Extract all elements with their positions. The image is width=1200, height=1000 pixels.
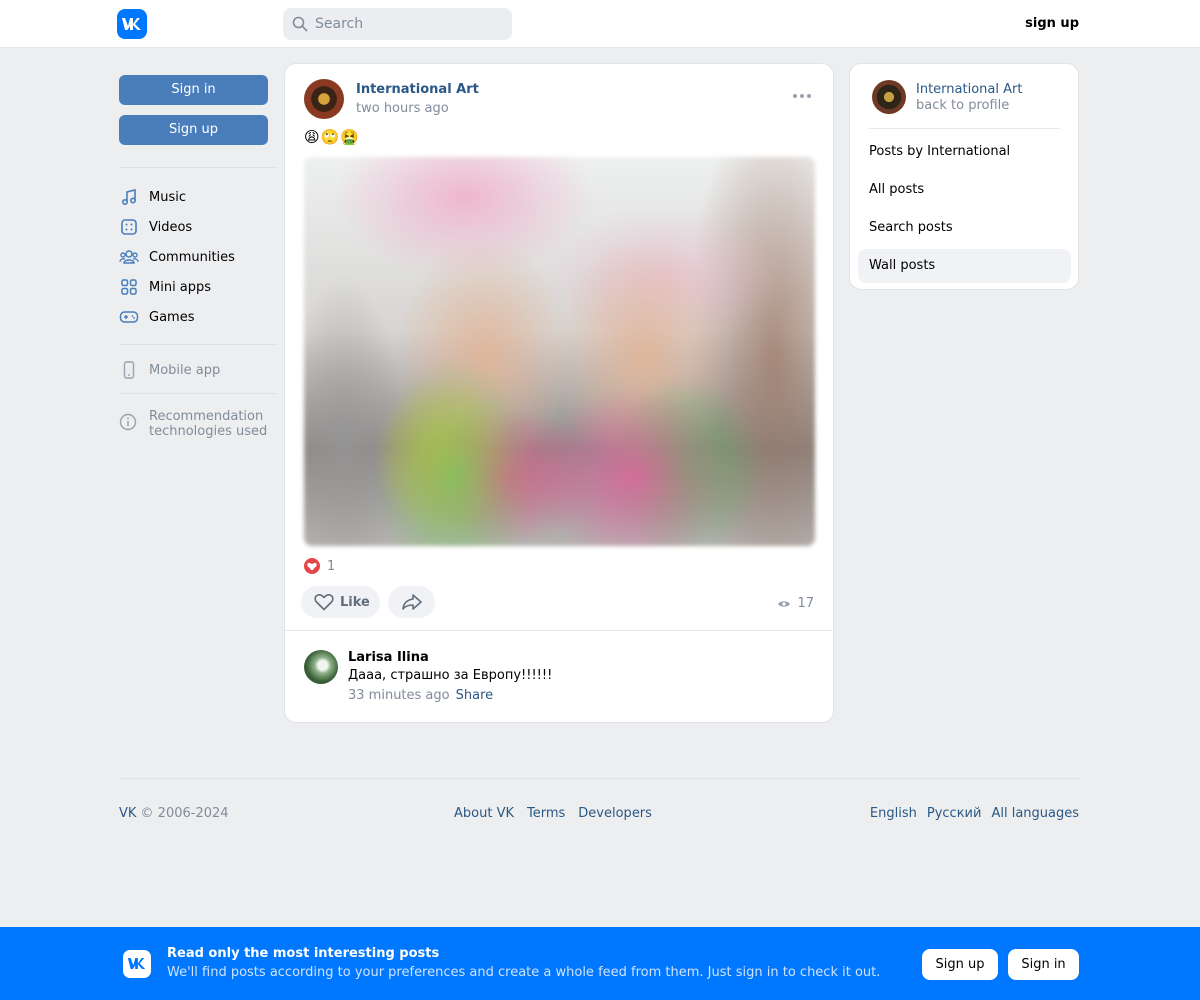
vk-logo-icon (123, 950, 151, 978)
sidebar-item-label: Games (149, 309, 195, 325)
share-button[interactable] (388, 586, 435, 618)
comment-avatar[interactable] (304, 650, 338, 684)
banner-title: Read only the most interesting posts (167, 946, 440, 961)
heart-icon (304, 558, 320, 574)
sidebar-item-label: Music (149, 189, 186, 205)
language-english[interactable]: English (870, 806, 917, 821)
post-photo[interactable] (304, 157, 815, 546)
sidebar-item-label: Mini apps (149, 279, 212, 295)
copyright-text: © 2006-2024 (136, 806, 229, 821)
sidebar-item-label: Communities (149, 249, 235, 265)
post-time[interactable]: two hours ago (356, 101, 449, 116)
nav-posts-by-author[interactable]: Posts by International (858, 135, 1071, 169)
gamepad-icon (119, 307, 139, 327)
views-counter: 17 (777, 596, 814, 611)
nav-wall-posts[interactable]: Wall posts (858, 249, 1071, 283)
communities-icon (119, 247, 139, 267)
more-icon[interactable] (793, 94, 811, 98)
mini-apps-icon (119, 277, 139, 297)
header-signup-link[interactable]: sign up (1025, 16, 1079, 31)
sidebar-item-mini-apps[interactable]: Mini apps (119, 274, 277, 300)
music-icon (119, 187, 139, 207)
comment-text: Дааа, страшно за Европу!!!!!! (348, 668, 553, 683)
recommendation-link[interactable]: Recommendation technologies used (119, 409, 279, 439)
eye-icon (778, 600, 791, 607)
nav-all-posts[interactable]: All posts (858, 173, 1071, 207)
profile-name[interactable]: International Art (916, 82, 1022, 97)
footer-vk-link[interactable]: VK (119, 806, 136, 821)
signin-button[interactable]: Sign in (119, 75, 268, 105)
recommendation-label: Recommendation technologies used (149, 409, 268, 439)
search-box[interactable] (283, 8, 512, 40)
search-icon (292, 16, 308, 32)
footer-divider (119, 778, 1080, 779)
post-text: 😩🙄🤮 (304, 128, 360, 146)
divider (119, 344, 277, 345)
banner-signup-button[interactable]: Sign up (922, 949, 998, 980)
share-icon (401, 594, 422, 610)
sidebar-item-videos[interactable]: Videos (119, 214, 277, 240)
like-label: Like (340, 594, 370, 610)
footer-copyright: VK © 2006-2024 (119, 806, 229, 821)
sidebar-item-communities[interactable]: Communities (119, 244, 277, 270)
post-author[interactable]: International Art (356, 82, 479, 97)
likes-count: 1 (327, 558, 336, 574)
footer-languages: English Русский All languages (870, 806, 1079, 821)
likes-summary[interactable]: 1 (304, 558, 335, 574)
like-button[interactable]: Like (301, 586, 380, 618)
divider (285, 630, 833, 631)
signup-banner: Read only the most interesting posts We'… (0, 927, 1200, 1000)
divider (869, 128, 1060, 129)
smartphone-icon (119, 360, 139, 380)
sidebar-item-label: Mobile app (149, 362, 221, 378)
comment-time[interactable]: 33 minutes ago (348, 688, 450, 703)
profile-nav-card: International Art back to profile Posts … (849, 63, 1079, 290)
heart-outline-icon (314, 594, 334, 611)
footer-link-about[interactable]: About VK (454, 806, 514, 821)
banner-subtitle: We'll find posts according to your prefe… (167, 965, 881, 980)
sidebar-item-music[interactable]: Music (119, 184, 277, 210)
avatar[interactable] (304, 79, 344, 119)
comment-author[interactable]: Larisa Ilina (348, 650, 429, 665)
comment-meta: 33 minutes ago Share (348, 688, 493, 703)
language-russian[interactable]: Русский (927, 806, 982, 821)
divider (119, 167, 277, 168)
nav-search-posts[interactable]: Search posts (858, 211, 1071, 245)
footer-link-developers[interactable]: Developers (578, 806, 652, 821)
signup-button[interactable]: Sign up (119, 115, 268, 145)
sidebar-item-games[interactable]: Games (119, 304, 277, 330)
info-icon (119, 413, 139, 433)
sidebar-item-mobile-app[interactable]: Mobile app (119, 357, 277, 383)
post-card: International Art two hours ago 😩🙄🤮 1 Li… (284, 63, 834, 723)
comment-share-link[interactable]: Share (456, 688, 494, 703)
top-bar: sign up (0, 0, 1200, 48)
footer-link-terms[interactable]: Terms (527, 806, 565, 821)
vk-logo-icon[interactable] (117, 9, 147, 39)
avatar[interactable] (872, 80, 906, 114)
banner-signin-button[interactable]: Sign in (1008, 949, 1079, 980)
video-icon (119, 217, 139, 237)
footer-links: About VK Terms Developers (454, 806, 652, 821)
search-input[interactable] (315, 8, 505, 40)
divider (119, 393, 277, 394)
views-count: 17 (797, 596, 814, 611)
language-all[interactable]: All languages (991, 806, 1079, 821)
sidebar-item-label: Videos (149, 219, 193, 235)
back-to-profile-link[interactable]: back to profile (916, 98, 1009, 113)
